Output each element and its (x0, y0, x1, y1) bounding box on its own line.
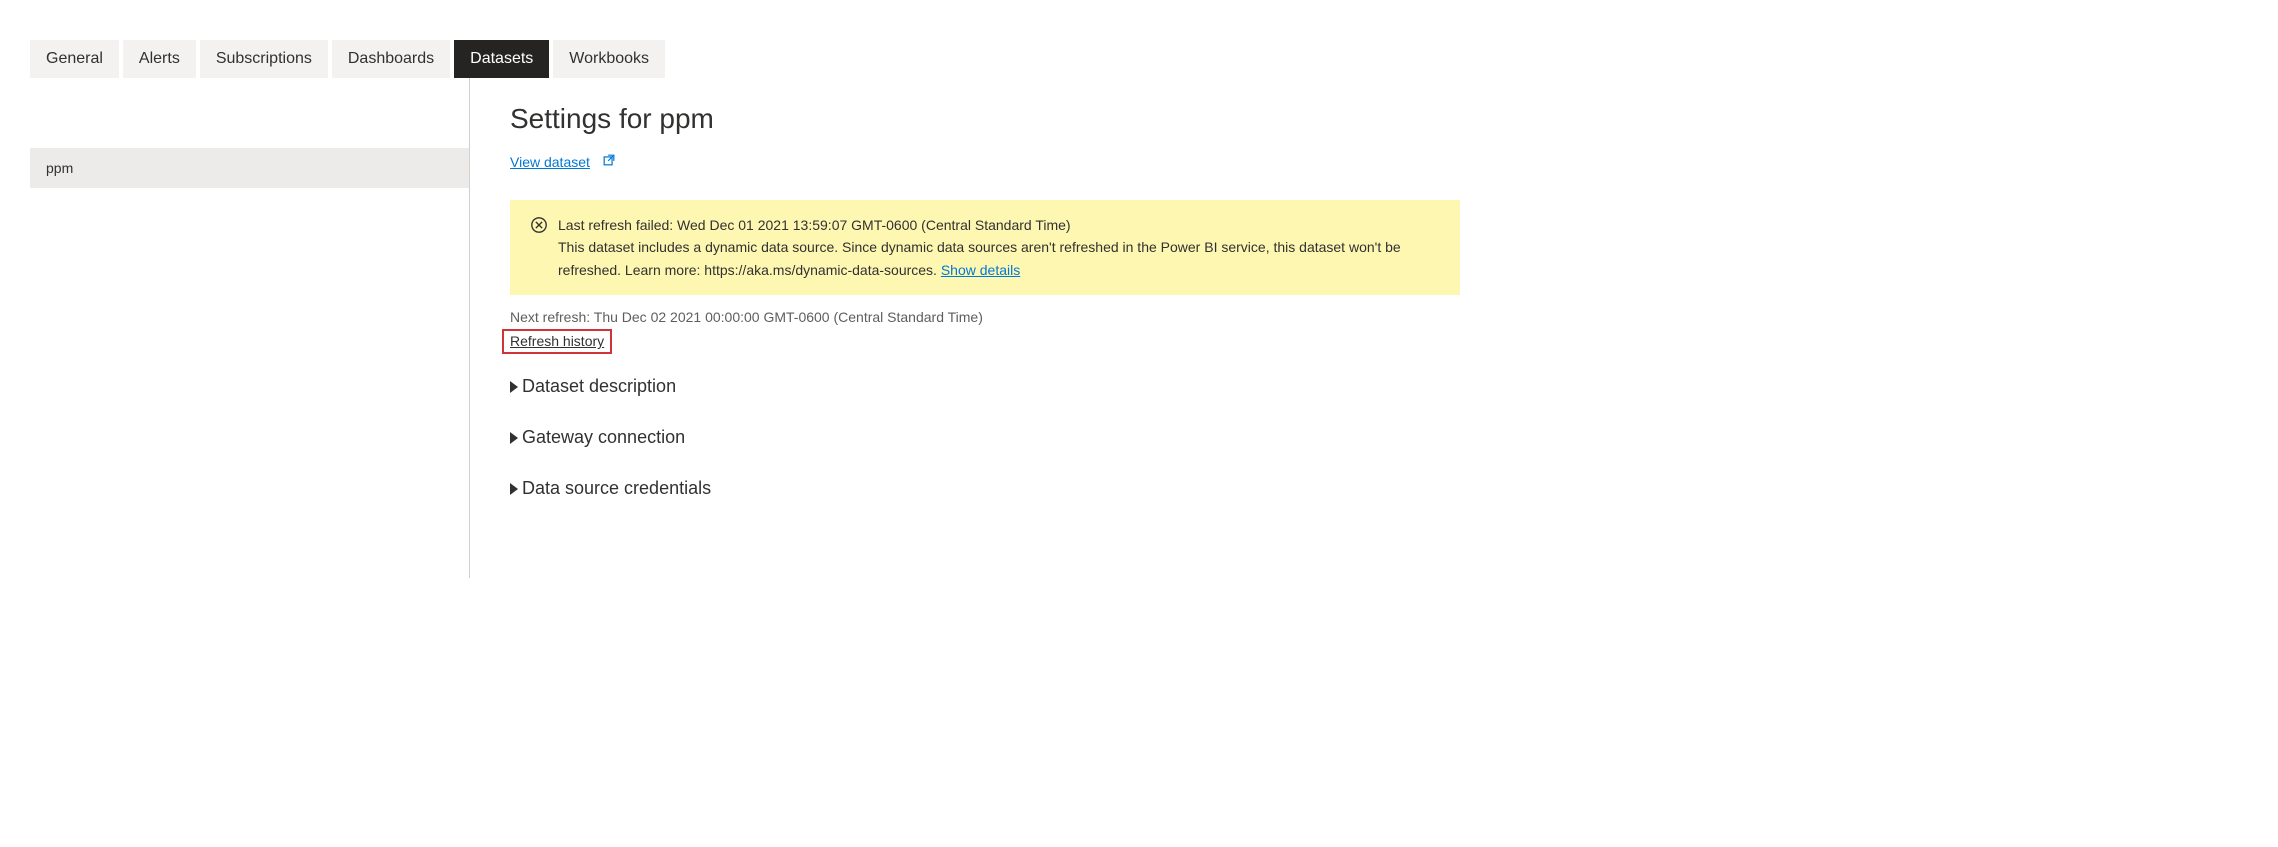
tabs-bar: General Alerts Subscriptions Dashboards … (30, 40, 2278, 78)
caret-right-icon (510, 432, 518, 444)
refresh-error-line1: Last refresh failed: Wed Dec 01 2021 13:… (558, 214, 1440, 236)
page-title: Settings for ppm (510, 103, 1460, 135)
next-refresh-text: Next refresh: Thu Dec 02 2021 00:00:00 G… (510, 309, 1460, 325)
caret-right-icon (510, 483, 518, 495)
accordion-label: Gateway connection (522, 427, 685, 448)
refresh-error-banner: Last refresh failed: Wed Dec 01 2021 13:… (510, 200, 1460, 295)
accordion-label: Dataset description (522, 376, 676, 397)
error-icon (530, 216, 548, 240)
dataset-list-item[interactable]: ppm (30, 148, 469, 188)
tab-general[interactable]: General (30, 40, 119, 78)
accordion-dataset-description[interactable]: Dataset description (510, 376, 1460, 397)
accordion-data-source-credentials[interactable]: Data source credentials (510, 478, 1460, 499)
tab-subscriptions[interactable]: Subscriptions (200, 40, 328, 78)
refresh-history-link[interactable]: Refresh history (510, 333, 604, 349)
show-details-link[interactable]: Show details (941, 262, 1020, 278)
external-link-icon (602, 153, 616, 170)
dataset-list: ppm (30, 78, 470, 578)
refresh-history-highlight: Refresh history (502, 329, 612, 354)
tab-workbooks[interactable]: Workbooks (553, 40, 665, 78)
view-dataset-link[interactable]: View dataset (510, 154, 590, 170)
tab-dashboards[interactable]: Dashboards (332, 40, 450, 78)
tab-datasets[interactable]: Datasets (454, 40, 549, 78)
accordion-gateway-connection[interactable]: Gateway connection (510, 427, 1460, 448)
main-panel: Settings for ppm View dataset (470, 78, 1490, 578)
caret-right-icon (510, 381, 518, 393)
accordion-label: Data source credentials (522, 478, 711, 499)
tab-alerts[interactable]: Alerts (123, 40, 196, 78)
